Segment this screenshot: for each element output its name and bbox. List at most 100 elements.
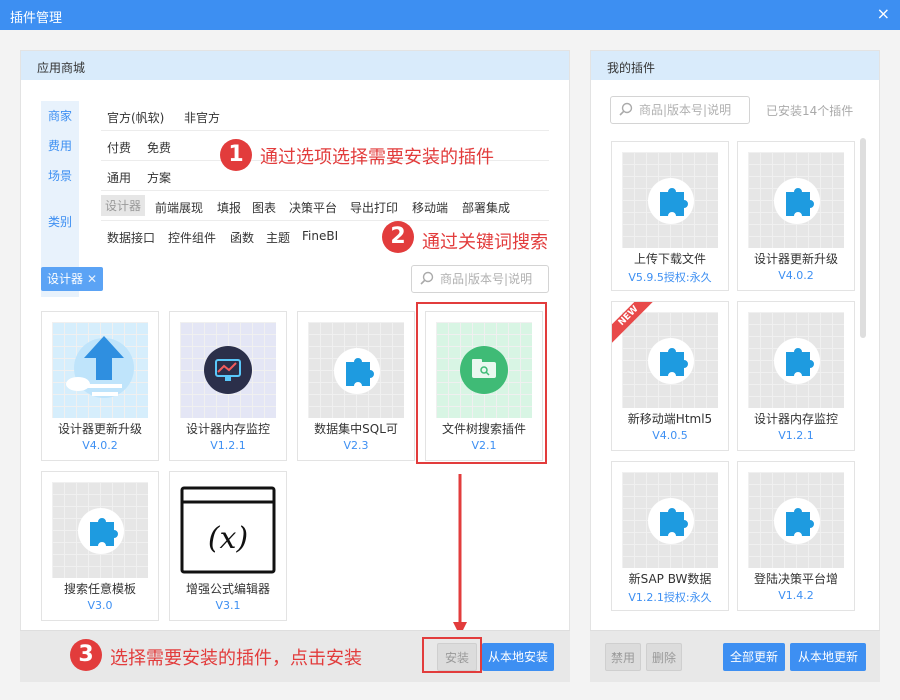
plugin-version: V4.0.5 xyxy=(652,429,688,442)
installed-plugin-card[interactable]: NEW 新移动端Html5 V4.0.5 xyxy=(611,301,729,451)
filter-option[interactable]: 通用 xyxy=(107,169,131,186)
puzzle-icon xyxy=(786,348,814,376)
annotation-text: 通过关键词搜索 xyxy=(422,232,548,253)
install-local-button[interactable]: 从本地安装 xyxy=(482,643,554,671)
install-highlight xyxy=(422,637,482,673)
my-plugins-title: 我的插件 xyxy=(591,51,879,80)
puzzle-icon xyxy=(90,518,118,546)
plugin-name: 数据集中SQL可 xyxy=(314,422,398,436)
plugin-version: V3.0 xyxy=(87,599,113,612)
filter-option[interactable]: 移动端 xyxy=(412,199,448,216)
puzzle-icon xyxy=(786,188,814,216)
installed-plugin-card[interactable]: 上传下载文件 V5.9.5授权:永久 xyxy=(611,141,729,291)
filter-option[interactable]: 非官方 xyxy=(184,109,220,126)
annotation-text: 选择需要安装的插件，点击安装 xyxy=(110,648,362,669)
my-plugins-scrollbar[interactable] xyxy=(860,138,866,338)
plugin-name: 上传下载文件 xyxy=(633,252,706,266)
plugin-name: 设计器更新升级 xyxy=(753,252,838,266)
plugin-card[interactable]: 设计器更新升级 V4.0.2 xyxy=(41,311,159,461)
remove-tag-icon[interactable]: ✕ xyxy=(87,272,97,286)
window-title: 插件管理 xyxy=(10,11,63,26)
annotation-text: 通过选项选择需要安装的插件 xyxy=(260,147,494,168)
update-all-button[interactable]: 全部更新 xyxy=(723,643,785,671)
my-plugins-search-input[interactable] xyxy=(639,101,739,119)
memory-monitor-icon xyxy=(204,346,252,394)
plugin-version: V1.2.1授权:永久 xyxy=(628,591,712,604)
installed-plugin-card[interactable]: 新SAP BW数据 V1.2.1授权:永久 xyxy=(611,461,729,611)
plugin-card[interactable]: (x) 增强公式编辑器 V3.1 xyxy=(169,471,287,621)
new-badge: NEW xyxy=(612,302,656,346)
installed-plugin-card[interactable]: 设计器内存监控 V1.2.1 xyxy=(737,301,855,451)
puzzle-icon xyxy=(660,188,688,216)
filter-option[interactable]: 前端展现 xyxy=(155,199,203,216)
my-plugins-search-box xyxy=(610,96,750,124)
svg-text:(x): (x) xyxy=(208,521,248,556)
arrow-down-icon xyxy=(453,474,467,636)
installed-count: 已安装14个插件 xyxy=(766,104,854,118)
plugin-thumbnail xyxy=(748,152,844,248)
plugin-thumbnail xyxy=(52,322,148,418)
filter-option[interactable]: 付费 xyxy=(107,139,131,156)
plugin-version: V2.3 xyxy=(343,439,369,452)
plugin-version: V1.4.2 xyxy=(778,589,814,602)
plugin-version: V4.0.2 xyxy=(778,269,814,282)
plugin-thumbnail xyxy=(748,472,844,568)
my-plugins-panel: 我的插件 上传下载文件 V5.9.5授权:永久 设计器更新升级 V4.0.2 N… xyxy=(590,50,880,682)
disable-button[interactable]: 禁用 xyxy=(605,643,641,671)
installed-plugin-card[interactable]: 登陆决策平台增 V1.4.2 xyxy=(737,461,855,611)
store-search-input[interactable] xyxy=(440,270,540,288)
puzzle-icon xyxy=(660,508,688,536)
filter-row-vendor: 官方(帆软) 非官方 xyxy=(101,101,549,131)
store-search-box xyxy=(411,265,549,293)
filter-option[interactable]: 填报 xyxy=(217,199,241,216)
search-icon xyxy=(619,102,633,116)
plugin-card[interactable]: 数据集中SQL可 V2.3 xyxy=(297,311,415,461)
new-badge-label: NEW xyxy=(612,302,656,344)
filter-option[interactable]: 官方(帆软) xyxy=(107,109,164,126)
annotation-badge: 2 xyxy=(382,221,414,253)
installed-plugin-card[interactable]: 设计器更新升级 V4.0.2 xyxy=(737,141,855,291)
filter-option[interactable]: 导出打印 xyxy=(350,199,398,216)
plugin-thumbnail xyxy=(308,322,404,418)
plugin-name: 增强公式编辑器 xyxy=(185,582,270,596)
filter-option[interactable]: 方案 xyxy=(147,169,171,186)
filter-option[interactable]: 函数 xyxy=(230,229,254,246)
filter-row-category-1: 设计器 前端展现 填报 图表 决策平台 导出打印 移动端 部署集成 xyxy=(101,191,549,221)
plugin-name: 登陆决策平台增 xyxy=(753,572,838,586)
filter-option[interactable]: 决策平台 xyxy=(289,199,337,216)
plugin-card[interactable]: 搜索任意模板 V3.0 xyxy=(41,471,159,621)
filter-tab-fee[interactable]: 费用 xyxy=(41,137,79,154)
filter-option[interactable]: 部署集成 xyxy=(462,199,510,216)
close-icon[interactable]: × xyxy=(877,5,890,23)
filter-option[interactable]: 控件组件 xyxy=(168,229,216,246)
plugin-name: 搜索任意模板 xyxy=(63,582,136,596)
plugin-thumbnail xyxy=(622,152,718,248)
update-local-button[interactable]: 从本地更新 xyxy=(790,643,866,671)
plugin-thumbnail xyxy=(622,472,718,568)
filter-tab-category[interactable]: 类别 xyxy=(41,213,79,230)
plugin-thumbnail xyxy=(180,322,276,418)
filter-option[interactable]: FineBI xyxy=(302,229,338,243)
plugin-name: 新SAP BW数据 xyxy=(628,572,712,586)
filter-option[interactable]: 主题 xyxy=(266,229,290,246)
title-bar: 插件管理 × xyxy=(0,0,900,30)
filter-option[interactable]: 免费 xyxy=(147,139,171,156)
filter-option[interactable]: 数据接口 xyxy=(107,229,155,246)
plugin-card[interactable]: 设计器内存监控 V1.2.1 xyxy=(169,311,287,461)
annotation-badge: 1 xyxy=(220,139,252,171)
plugin-name: 新移动端Html5 xyxy=(627,412,713,426)
puzzle-icon xyxy=(346,358,374,386)
plugin-version: V1.2.1 xyxy=(210,439,246,452)
filter-option-selected[interactable]: 设计器 xyxy=(101,195,146,216)
plugin-version: V3.1 xyxy=(215,599,241,612)
plugin-version: V4.0.2 xyxy=(82,439,118,452)
filter-tab-scene[interactable]: 场景 xyxy=(41,167,79,184)
active-filter-tag-label: 设计器 xyxy=(47,272,84,286)
filter-tab-vendor[interactable]: 商家 xyxy=(41,107,79,124)
selection-highlight xyxy=(416,302,547,464)
formula-x-icon: (x) xyxy=(180,486,276,574)
filter-option[interactable]: 图表 xyxy=(252,199,276,216)
app-store-title: 应用商城 xyxy=(21,51,569,80)
delete-button[interactable]: 删除 xyxy=(646,643,682,671)
plugin-name: 设计器更新升级 xyxy=(57,422,142,436)
